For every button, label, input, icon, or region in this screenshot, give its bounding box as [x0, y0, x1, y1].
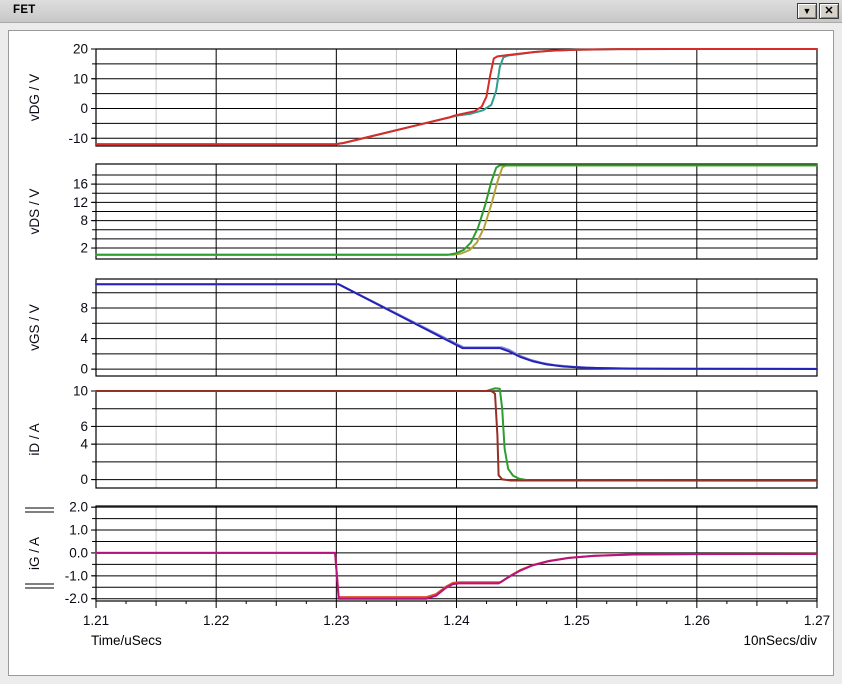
x-tick-label: 1.26	[684, 613, 710, 628]
window-title: FET	[13, 4, 36, 16]
x-tick-label: 1.25	[564, 613, 590, 628]
y-tick-label: 10	[73, 384, 88, 399]
y-tick-label: -2.0	[65, 591, 88, 606]
waveform-plot-area[interactable]: 20 10 0 -10 vDG / V 16 12 8 2 vDS / V 8 4 0 vGS / V 10…	[9, 31, 831, 673]
y-tick-label: 0	[80, 472, 88, 487]
x-tick-label: 1.23	[323, 613, 349, 628]
y-tick-label: 10	[73, 71, 88, 86]
x-axis-title: Time/uSecs	[91, 633, 162, 648]
title-bar-buttons: ▼ ✕	[797, 3, 839, 19]
x-axis-scale-label: 10nSecs/div	[743, 633, 817, 648]
y-tick-label: -1.0	[65, 568, 88, 583]
x-tick-label: 1.22	[203, 613, 229, 628]
subplot-iG: 2.0 1.0 0.0 -1.0 -2.0 iG / A	[25, 500, 817, 607]
y-tick-label: 0.0	[69, 545, 88, 560]
collapse-button[interactable]: ▼	[797, 3, 817, 19]
y-tick-label: 4	[80, 437, 88, 452]
y-tick-label: 16	[73, 177, 88, 192]
y-axis-label: iD / A	[27, 423, 42, 455]
y-tick-label: 20	[73, 42, 88, 57]
y-tick-label: 0	[80, 101, 88, 116]
title-bar: FET ▼ ✕	[0, 0, 842, 23]
y-tick-label: 12	[73, 195, 88, 210]
y-tick-label: 2.0	[69, 500, 88, 515]
x-tick-label: 1.21	[83, 613, 109, 628]
chevron-down-icon: ▼	[803, 7, 812, 16]
y-tick-label: 2	[80, 241, 88, 256]
y-axis-label: vGS / V	[27, 304, 42, 351]
y-tick-label: 0	[80, 362, 88, 377]
y-tick-label: -10	[68, 131, 88, 146]
fet-waveform-window: { "window": { "title": "FET" }, "control…	[0, 0, 842, 684]
y-axis-label: vDS / V	[27, 189, 42, 235]
y-tick-label: 8	[80, 213, 88, 228]
close-icon: ✕	[824, 6, 833, 17]
y-tick-label: 8	[80, 301, 88, 316]
y-tick-label: 6	[80, 419, 88, 434]
x-tick-label: 1.24	[443, 613, 470, 628]
x-axis: 1.21 1.22 1.23 1.24 1.25 1.26 1.27	[83, 601, 830, 628]
subplot-vGS: 8 4 0 vGS / V	[27, 279, 817, 377]
subplot-vDS: 16 12 8 2 vDS / V	[27, 164, 817, 259]
close-button[interactable]: ✕	[819, 3, 839, 19]
x-tick-label: 1.27	[804, 613, 830, 628]
y-axis-label: iG / A	[27, 537, 42, 570]
subplot-vDG: 20 10 0 -10 vDG / V	[27, 42, 817, 147]
waveform-graph-panel[interactable]: 20 10 0 -10 vDG / V 16 12 8 2 vDS / V 8 4 0 vGS / V 10…	[8, 30, 834, 676]
subplot-iD: 10 6 4 0 iD / A	[27, 384, 817, 489]
y-tick-label: 4	[80, 331, 88, 346]
y-tick-label: 1.0	[69, 523, 88, 538]
y-axis-label: vDG / V	[27, 74, 42, 121]
